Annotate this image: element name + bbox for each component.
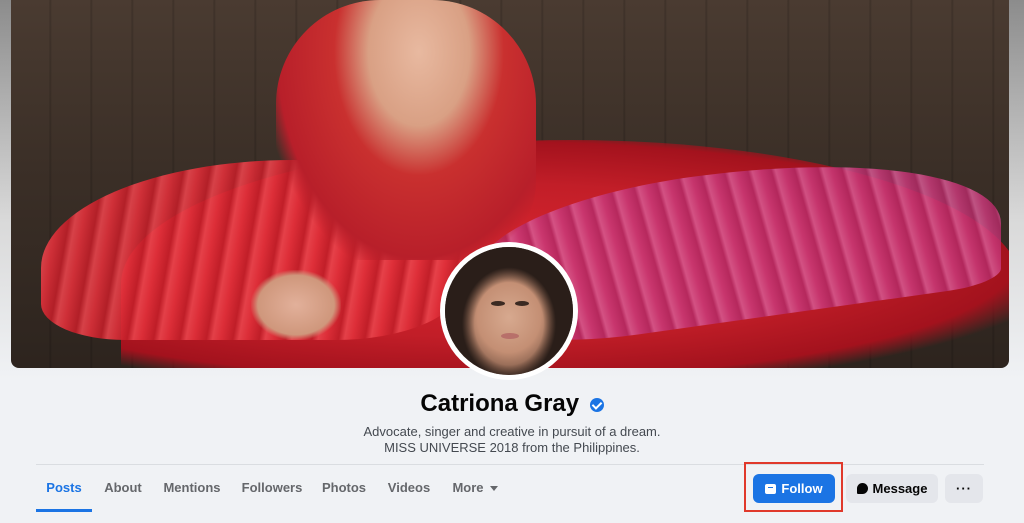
- page-bottom-strip: [0, 513, 1024, 523]
- cover-figure: [276, 0, 536, 260]
- profile-bio-line-2: MISS UNIVERSE 2018 from the Philippines.: [384, 440, 640, 455]
- messenger-icon: [856, 483, 868, 495]
- avatar-lips: [501, 333, 519, 339]
- avatar-eye-right: [515, 301, 529, 306]
- follow-button-label: Follow: [781, 481, 823, 496]
- cover-arm: [251, 270, 341, 340]
- tab-photos[interactable]: Photos: [320, 466, 368, 512]
- follow-button[interactable]: Follow: [753, 474, 835, 503]
- message-button-label: Message: [872, 481, 928, 496]
- tab-mentions[interactable]: Mentions: [160, 466, 224, 512]
- avatar-eye-left: [491, 301, 505, 306]
- profile-name: Catriona Gray: [420, 390, 580, 417]
- tab-posts[interactable]: Posts: [36, 466, 92, 512]
- tab-followers[interactable]: Followers: [240, 466, 304, 512]
- tab-more[interactable]: More: [450, 466, 500, 512]
- avatar-hair: [445, 247, 573, 375]
- tab-more-label: More: [452, 480, 484, 495]
- more-options-icon: ···: [956, 481, 972, 496]
- verified-badge-icon: [589, 398, 604, 412]
- profile-avatar[interactable]: [445, 247, 573, 375]
- tab-videos[interactable]: Videos: [385, 466, 433, 512]
- caret-down-icon: [489, 486, 498, 492]
- profile-name-row: Catriona Gray: [0, 390, 1024, 418]
- more-options-button[interactable]: ···: [945, 474, 983, 503]
- profile-bio-line-1: Advocate, singer and creative in pursuit…: [363, 424, 661, 439]
- message-button[interactable]: Message: [846, 474, 938, 503]
- profile-page: Catriona Gray Advocate, singer and creat…: [0, 0, 1024, 523]
- follow-icon: [765, 483, 777, 494]
- tab-about[interactable]: About: [102, 466, 144, 512]
